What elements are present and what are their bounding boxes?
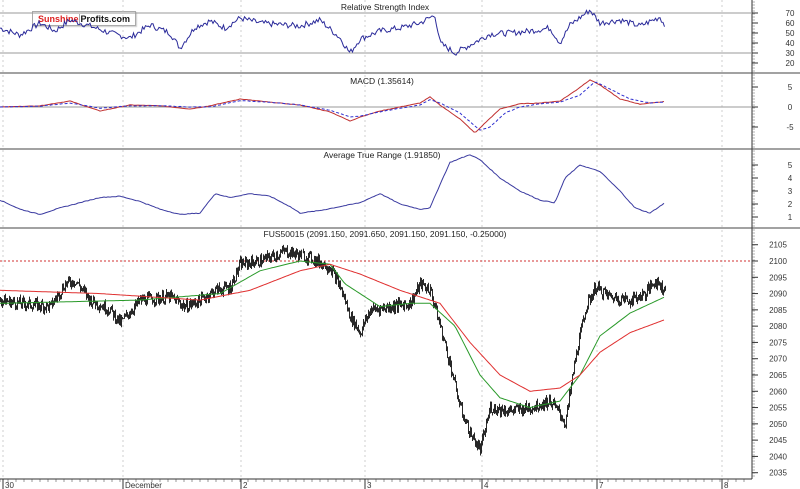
date-tick-label: 4: [484, 481, 489, 489]
y-tick-label: 2060: [769, 387, 787, 396]
y-tick-label: 2100: [769, 257, 787, 266]
y-tick-label: 2055: [769, 404, 787, 413]
y-tick-label: 2085: [769, 306, 787, 315]
y-tick-label: 2: [788, 200, 793, 209]
stock-chart: 30 December 2 3 4 7 870605040302050-5543212105…: [0, 0, 800, 489]
y-tick-label: 2065: [769, 371, 787, 380]
rsi-title: Relative Strength Index: [341, 2, 430, 12]
y-tick-label: 2035: [769, 469, 787, 478]
y-tick-label: 4: [788, 174, 793, 183]
atr-line: [0, 154, 665, 215]
y-tick-label: 2075: [769, 338, 787, 347]
date-tick-label: 2: [243, 481, 248, 489]
atr-title: Average True Range (1.91850): [323, 150, 440, 160]
y-tick-label: 40: [786, 39, 795, 48]
date-tick-label: December: [125, 481, 162, 489]
y-tick-label: 50: [786, 29, 795, 38]
y-tick-label: 1: [788, 213, 793, 222]
macd-title: MACD (1.35614): [350, 76, 414, 86]
y-tick-label: 2050: [769, 420, 787, 429]
macd-line: [0, 79, 665, 133]
y-tick-label: 2090: [769, 290, 787, 299]
date-tick-label: 30: [5, 481, 14, 489]
y-tick-label: 5: [788, 161, 793, 170]
date-tick-label: 3: [367, 481, 372, 489]
y-tick-label: 70: [786, 9, 795, 18]
date-tick-label: 8: [724, 481, 729, 489]
y-tick-label: -5: [786, 123, 794, 132]
y-tick-label: 0: [788, 103, 793, 112]
signal-line: [0, 81, 665, 131]
y-tick-label: 2080: [769, 322, 787, 331]
y-tick-label: 3: [788, 187, 793, 196]
y-tick-label: 5: [788, 83, 793, 92]
y-tick-label: 2105: [769, 241, 787, 250]
y-tick-label: 2095: [769, 273, 787, 282]
y-tick-label: 30: [786, 49, 795, 58]
date-tick-label: 7: [599, 481, 604, 489]
y-tick-label: 2070: [769, 355, 787, 364]
long-ma-line: [0, 263, 665, 392]
y-tick-label: 20: [786, 59, 795, 68]
rsi-line: [0, 9, 665, 56]
y-tick-label: 2045: [769, 436, 787, 445]
y-tick-label: 2040: [769, 452, 787, 461]
y-tick-label: 60: [786, 19, 795, 28]
price-title: FUS50015 (2091.150, 2091.650, 2091.150, …: [264, 229, 507, 239]
